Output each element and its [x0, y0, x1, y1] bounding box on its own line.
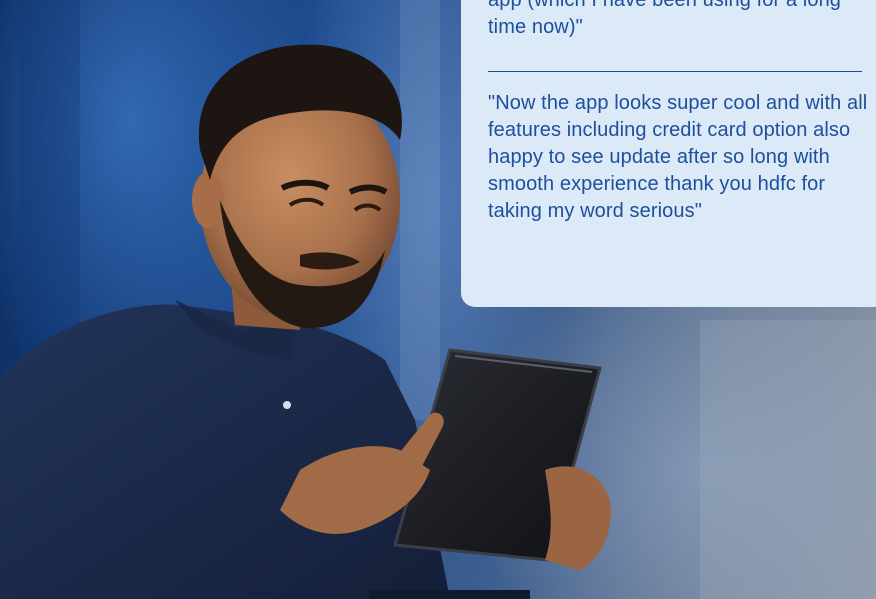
background-light-streak	[400, 0, 440, 420]
background-blur	[700, 320, 876, 599]
testimonial-quote-2: "Now the app looks super cool and with a…	[488, 92, 868, 222]
hero-section: app (which I have been using for a long …	[0, 0, 876, 599]
testimonial-quote-1: app (which I have been using for a long …	[488, 0, 842, 38]
testimonial-divider	[488, 71, 862, 72]
right-hand	[545, 466, 611, 570]
arm-shadow	[370, 590, 530, 599]
ear	[192, 172, 224, 228]
shirt-button	[283, 401, 291, 409]
testimonial-card: app (which I have been using for a long …	[461, 0, 876, 307]
